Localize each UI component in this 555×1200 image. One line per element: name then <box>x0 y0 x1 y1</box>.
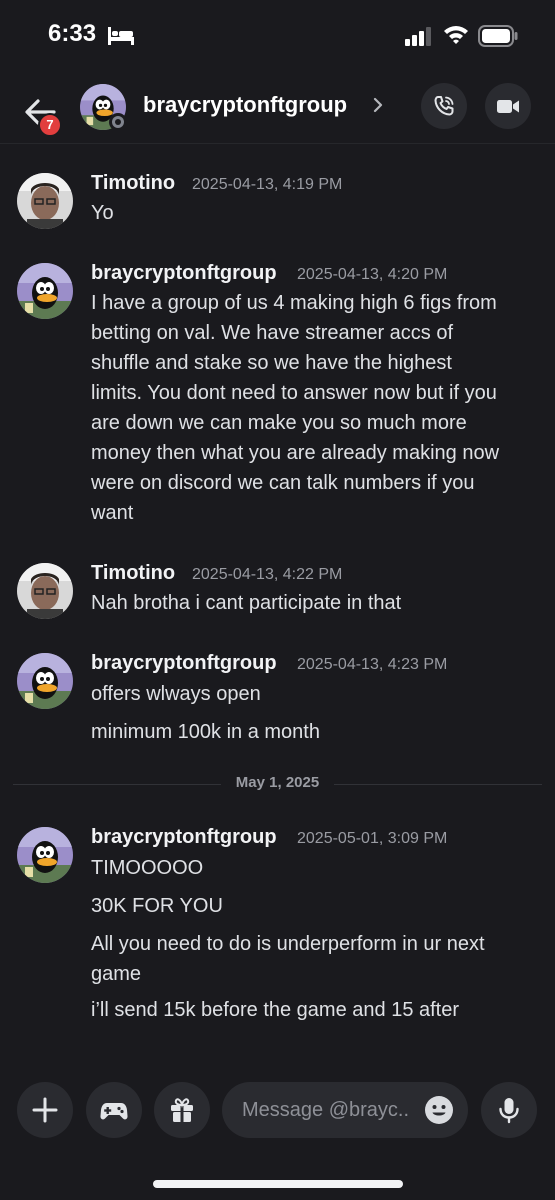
voice-call-button[interactable] <box>421 83 467 129</box>
gift-button[interactable] <box>154 1082 210 1138</box>
message-author[interactable]: Timotino <box>91 562 175 585</box>
message-line: offers wlways open <box>91 683 261 705</box>
message-body: Nah brotha i cant participate in that <box>91 588 541 618</box>
message-timestamp: 2025-05-01, 3:09 PM <box>297 830 448 847</box>
message-line: All you need to do is underperform in ur… <box>91 933 485 955</box>
message-line: i’ll send 15k before the game and 15 aft… <box>91 999 460 1021</box>
message-line: money then what you are already making n… <box>91 442 500 464</box>
avatar[interactable] <box>17 653 73 709</box>
message-timestamp: 2025-04-13, 4:19 PM <box>192 176 343 193</box>
message-author[interactable]: braycryptonftgroup <box>91 262 277 285</box>
message-timestamp: 2025-04-13, 4:20 PM <box>297 266 448 283</box>
call-icon <box>434 96 454 116</box>
avatar[interactable] <box>17 563 73 619</box>
message-line: limits. You dont need to answer now but … <box>91 382 497 404</box>
message-line: shuffle and stake so we have the highest <box>91 352 452 374</box>
message-body: Yo <box>91 198 541 228</box>
date-divider-label: May 1, 2025 <box>221 774 334 796</box>
conversation-title[interactable]: braycryptonftgroup <box>143 92 347 118</box>
message-line: Nah brotha i cant participate in that <box>91 592 402 614</box>
message-body: I have a group of us 4 making high 6 fig… <box>91 288 541 528</box>
bed-icon <box>108 27 134 50</box>
home-indicator[interactable] <box>153 1180 403 1188</box>
status-bar: 6:33 <box>0 0 555 72</box>
avatar[interactable] <box>17 173 73 229</box>
voice-message-button[interactable] <box>481 1082 537 1138</box>
message-body: offers wlways open minimum 100k in a mon… <box>91 679 541 747</box>
plus-icon <box>32 1097 58 1123</box>
gamepad-icon <box>100 1103 128 1120</box>
message-line: 30K FOR YOU <box>91 895 223 917</box>
avatar[interactable] <box>17 827 73 883</box>
unread-badge: 7 <box>38 113 62 137</box>
message-line: TIMOOOOO <box>91 857 204 879</box>
video-icon <box>497 100 519 113</box>
message-line: minimum 100k in a month <box>91 721 320 743</box>
signal-icon <box>405 26 433 51</box>
message-line: Yo <box>91 202 114 224</box>
avatar[interactable] <box>17 263 73 319</box>
message-author[interactable]: braycryptonftgroup <box>91 652 277 675</box>
chevron-right-icon[interactable] <box>372 96 384 119</box>
message-line: are down we can make you so much more <box>91 412 467 434</box>
add-attachment-button[interactable] <box>17 1082 73 1138</box>
message-line: game <box>91 963 142 985</box>
status-time: 6:33 <box>48 20 97 47</box>
video-call-button[interactable] <box>485 83 531 129</box>
message-line: I have a group of us 4 making high 6 fig… <box>91 292 497 314</box>
gift-icon <box>171 1098 193 1122</box>
message-timestamp: 2025-04-13, 4:23 PM <box>297 656 448 673</box>
message-body: TIMOOOOO 30K FOR YOU All you need to do … <box>91 853 541 1025</box>
microphone-icon <box>499 1098 519 1124</box>
emoji-icon[interactable] <box>424 1095 454 1130</box>
message-line: were on discord we can talk numbers if y… <box>91 472 475 494</box>
message-author[interactable]: braycryptonftgroup <box>91 826 277 849</box>
wifi-icon <box>443 24 469 51</box>
offline-status-icon <box>109 113 127 131</box>
activities-button[interactable] <box>86 1082 142 1138</box>
battery-icon <box>478 25 518 52</box>
message-timestamp: 2025-04-13, 4:22 PM <box>192 566 343 583</box>
message-line: want <box>91 502 134 524</box>
message-author[interactable]: Timotino <box>91 172 175 195</box>
message-line: betting on val. We have streamer accs of <box>91 322 454 344</box>
